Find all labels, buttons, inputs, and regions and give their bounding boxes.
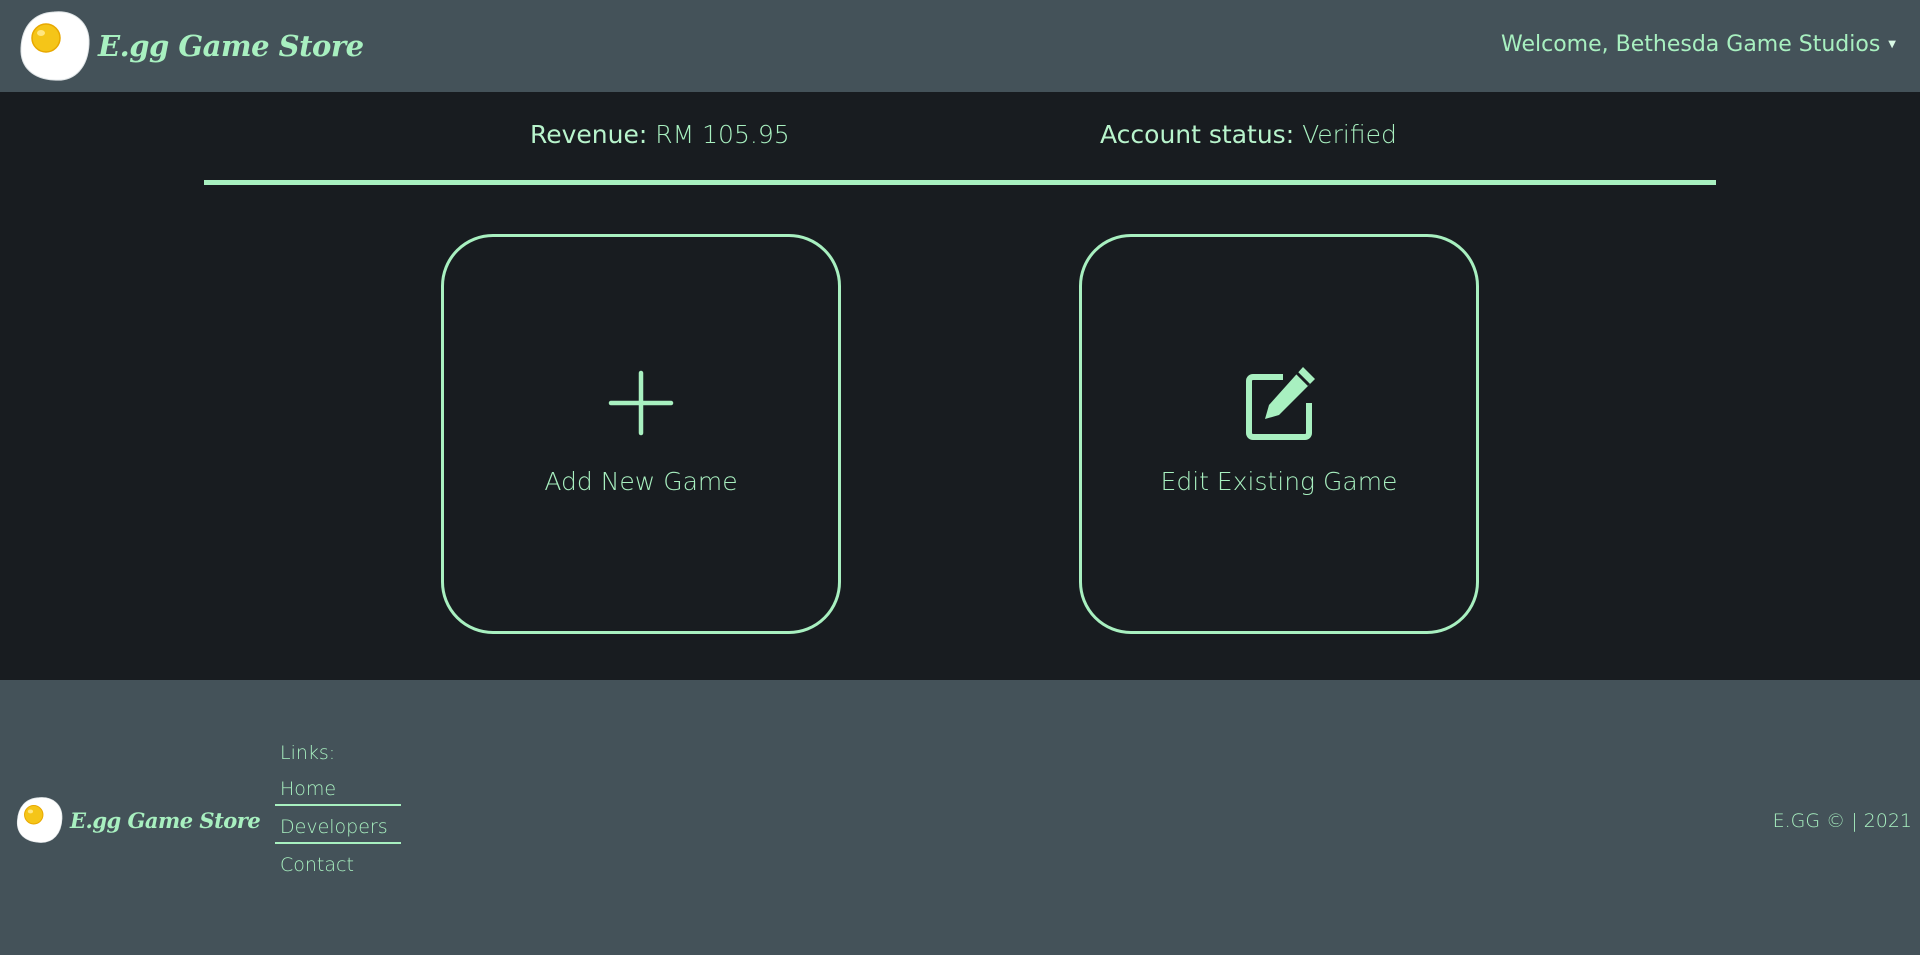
add-new-game-label: Add New Game — [544, 466, 738, 496]
footer-brand[interactable]: E.gg Game Store — [14, 795, 261, 845]
revenue-value: RM 105.95 — [655, 120, 790, 149]
edit-existing-game-button[interactable]: Edit Existing Game — [1079, 234, 1479, 634]
footer-brand-name: E.gg Game Store — [70, 807, 261, 833]
plus-icon — [601, 363, 681, 443]
links-heading: Links: — [280, 742, 336, 764]
brand-logo-link[interactable]: E.gg Game Store — [16, 8, 364, 84]
footer-link-developers[interactable]: Developers — [275, 814, 401, 844]
footer-links: Links: Home Developers Contact — [275, 742, 401, 888]
footer-link-home[interactable]: Home — [275, 776, 401, 806]
user-menu-dropdown[interactable]: Welcome, Bethesda Game Studios ▼ — [1501, 32, 1896, 57]
welcome-text: Welcome, Bethesda Game Studios — [1501, 32, 1881, 57]
copyright-text: E.GG © | 2021 — [1772, 810, 1912, 832]
add-new-game-button[interactable]: Add New Game — [441, 234, 841, 634]
caret-down-icon: ▼ — [1888, 39, 1896, 50]
footer-link-contact[interactable]: Contact — [275, 852, 401, 880]
fried-egg-icon — [16, 8, 92, 84]
fried-egg-icon — [14, 795, 64, 845]
edit-existing-game-label: Edit Existing Game — [1160, 466, 1398, 496]
account-summary: Revenue: RM 105.95 Account status: Verif… — [0, 120, 1920, 156]
page-footer: E.gg Game Store Links: Home Developers C… — [0, 680, 1920, 955]
brand-name: E.gg Game Store — [98, 29, 364, 63]
account-status-value: Verified — [1302, 120, 1397, 149]
revenue-stat: Revenue: RM 105.95 — [530, 120, 790, 149]
edit-square-icon — [1239, 363, 1319, 443]
section-divider — [204, 180, 1716, 185]
account-status-label: Account status: — [1100, 120, 1295, 149]
top-navbar: E.gg Game Store Welcome, Bethesda Game S… — [0, 0, 1920, 92]
account-status-stat: Account status: Verified — [1100, 120, 1397, 149]
revenue-label: Revenue: — [530, 120, 648, 149]
